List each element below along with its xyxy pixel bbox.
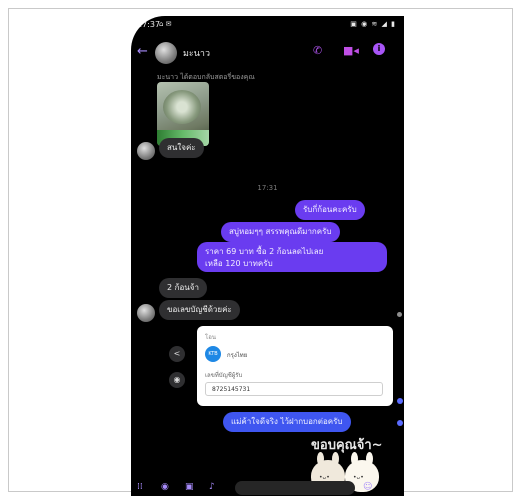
notification-icons: ⌂ ✉ [159, 20, 172, 28]
system-status-icons: ▣ ◉ ≋ ◢ ▮ [350, 20, 396, 28]
message-line: เหลือ 120 บาทครับ [205, 259, 273, 268]
chat-header: ← มะนาว ✆ ■◂ i [131, 38, 404, 68]
incoming-message[interactable]: สนใจค่ะ [159, 138, 204, 158]
outgoing-message[interactable]: รับกี่ก้อนคะครับ [295, 200, 365, 220]
back-arrow-icon[interactable]: ← [137, 44, 148, 59]
outgoing-message[interactable]: แม่ค้าใจดีจริง ไว้ฝากบอกต่อครับ [223, 412, 351, 432]
apps-icon[interactable]: ⁞⁞ [137, 482, 143, 492]
read-receipt-icon [397, 312, 402, 317]
contact-avatar[interactable] [155, 42, 177, 64]
share-icon[interactable]: < [169, 346, 185, 362]
contact-avatar-small [137, 304, 155, 322]
contact-name[interactable]: มะนาว [183, 46, 210, 60]
incoming-message[interactable]: 2 ก้อนจ้า [159, 278, 207, 298]
message-input[interactable] [235, 481, 355, 495]
card-header: โอน [205, 334, 216, 341]
outgoing-message[interactable]: ราคา 69 บาท ซื้อ 2 ก้อนลดไปเลย เหลือ 120… [197, 242, 387, 272]
outgoing-message[interactable]: สบู่หอมๆๆ สรรพคุณดีมากครับ [221, 222, 340, 242]
camera-icon[interactable]: ◉ [169, 372, 185, 388]
video-icon[interactable]: ■◂ [343, 44, 359, 57]
clock: 17:37 [137, 20, 161, 29]
account-number: 8725145731 [205, 382, 383, 396]
seen-indicator-icon [397, 398, 403, 404]
account-label: เลขที่บัญชีผู้รับ [205, 372, 243, 379]
camera-compose-icon[interactable]: ◉ [161, 482, 169, 492]
message-line: ราคา 69 บาท ซื้อ 2 ก้อนลดไปเลย [205, 247, 324, 256]
incoming-message[interactable]: ขอเลขบัญชีด้วยค่ะ [159, 300, 240, 320]
contact-avatar-small [137, 142, 155, 160]
status-bar: 17:37 ⌂ ✉ ▣ ◉ ≋ ◢ ▮ [131, 16, 404, 34]
soap-image [163, 90, 201, 124]
phone-icon[interactable]: ✆ [313, 44, 322, 57]
seen-indicator-icon [397, 420, 403, 426]
info-icon[interactable]: i [373, 43, 385, 55]
story-image[interactable] [157, 82, 209, 146]
composer-bar: ⁞⁞ ◉ ▣ ♪ ☺ [131, 480, 404, 496]
bank-logo-icon: KTB [205, 346, 221, 362]
messenger-screen: 17:37 ⌂ ✉ ▣ ◉ ≋ ◢ ▮ ← มะนาว ✆ ■◂ i มะนาว… [131, 16, 404, 496]
microphone-icon[interactable]: ♪ [209, 482, 215, 492]
emoji-icon[interactable]: ☺ [363, 482, 372, 492]
chat-timestamp: 17:31 [257, 184, 278, 192]
bank-transfer-card[interactable]: โอน KTB กรุงไทย เลขที่บัญชีผู้รับ 872514… [197, 326, 393, 406]
gallery-icon[interactable]: ▣ [185, 482, 194, 492]
bank-name: กรุงไทย [227, 352, 248, 359]
